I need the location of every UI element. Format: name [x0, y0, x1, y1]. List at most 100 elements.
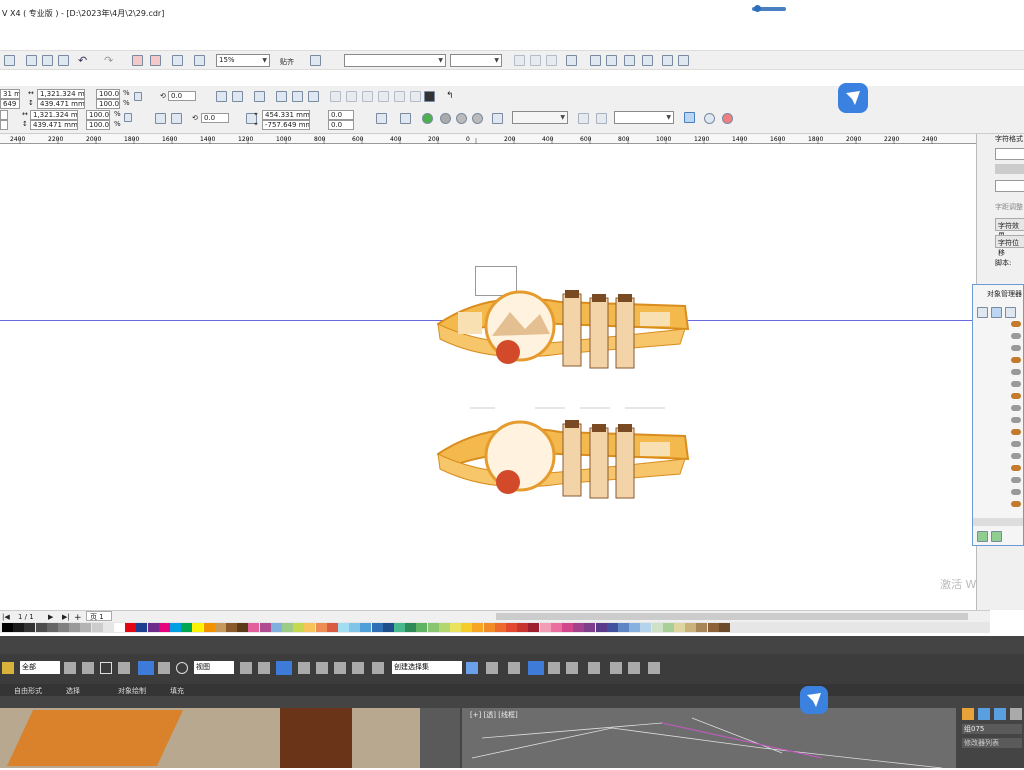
- material-editor-icon[interactable]: [588, 662, 600, 674]
- wireframe-viewport[interactable]: [+] [透] [线框]: [462, 708, 956, 769]
- camera-viewport[interactable]: [0, 708, 420, 768]
- window-cross-icon[interactable]: [118, 662, 130, 674]
- node-icon[interactable]: [376, 113, 387, 124]
- render-frame-icon[interactable]: [628, 662, 640, 674]
- wrap-text-icon[interactable]: [400, 113, 411, 124]
- object-row[interactable]: [1011, 429, 1021, 435]
- edit-named-sel-icon[interactable]: [372, 662, 384, 674]
- color-swatch[interactable]: [584, 623, 596, 632]
- color-swatch[interactable]: [315, 623, 327, 632]
- char-effects-button[interactable]: 字符效果: [995, 218, 1024, 240]
- lock-icon[interactable]: [134, 92, 142, 101]
- color-swatch[interactable]: [461, 623, 473, 632]
- color-swatch[interactable]: [293, 623, 305, 632]
- paste-icon[interactable]: [58, 55, 69, 66]
- render-teapot-icon[interactable]: [648, 662, 660, 674]
- color-swatch[interactable]: [606, 623, 618, 632]
- fill-gray-icon[interactable]: [440, 113, 451, 124]
- x-mini-field[interactable]: [0, 110, 8, 120]
- fill-green-icon[interactable]: [422, 113, 433, 124]
- color-swatch[interactable]: [181, 623, 193, 632]
- reference-coord-select[interactable]: 视图: [194, 661, 234, 674]
- color-swatch[interactable]: [125, 623, 137, 632]
- color-swatch[interactable]: [304, 623, 316, 632]
- color-swatch[interactable]: [237, 623, 249, 632]
- object-row[interactable]: [1011, 321, 1021, 327]
- object-row[interactable]: [1011, 453, 1021, 459]
- alignment-icon[interactable]: ↰: [446, 91, 454, 101]
- color-icon[interactable]: [722, 113, 733, 124]
- mirror-icon[interactable]: [466, 662, 478, 674]
- mirror-v-icon[interactable]: [232, 91, 243, 102]
- color-swatch[interactable]: [517, 623, 529, 632]
- position-y-field[interactable]: -757.649 mm: [262, 120, 310, 130]
- font-size-select[interactable]: ▼: [450, 54, 502, 67]
- scale2-x-field[interactable]: 100.0: [86, 110, 110, 120]
- dropcap-icon[interactable]: [606, 55, 617, 66]
- color-swatch[interactable]: [114, 623, 125, 632]
- motion-tab-icon[interactable]: [1010, 708, 1022, 720]
- object-row[interactable]: [1011, 477, 1021, 483]
- layers-icon[interactable]: [2, 662, 14, 674]
- bold-icon[interactable]: [514, 55, 525, 66]
- percent-snap-icon[interactable]: [334, 662, 346, 674]
- last-page-icon[interactable]: ▶|: [62, 613, 70, 621]
- font-field[interactable]: [995, 148, 1024, 160]
- page-tab[interactable]: 页 1: [86, 611, 112, 621]
- color-swatch[interactable]: [528, 623, 540, 632]
- color-swatch[interactable]: [450, 623, 461, 632]
- color-swatch[interactable]: [270, 623, 282, 632]
- pivot-icon[interactable]: [240, 662, 252, 674]
- horizontal-scrollbar[interactable]: [496, 613, 968, 620]
- select-name-icon[interactable]: [82, 662, 94, 674]
- object-list[interactable]: [1011, 321, 1023, 517]
- group-icon[interactable]: [254, 91, 265, 102]
- outline-width-select[interactable]: ▼: [512, 111, 568, 124]
- object-row[interactable]: [1011, 501, 1021, 507]
- color-swatch[interactable]: [382, 623, 394, 632]
- edit-text-icon[interactable]: [642, 55, 653, 66]
- ribbon-tab[interactable]: 填充: [170, 686, 184, 696]
- color-swatch[interactable]: [192, 623, 204, 632]
- color-swatch[interactable]: [696, 623, 708, 632]
- color-swatch[interactable]: [416, 623, 428, 632]
- object-scrollbar[interactable]: [973, 518, 1023, 526]
- skew-v-field[interactable]: 0.0: [328, 120, 354, 130]
- new-layer-icon[interactable]: [977, 531, 988, 542]
- ungroup-all-icon[interactable]: [292, 91, 303, 102]
- color-swatch[interactable]: [550, 623, 562, 632]
- width2-field[interactable]: 1,321.324 mm: [30, 110, 78, 120]
- color-swatch[interactable]: [539, 623, 551, 632]
- height-field[interactable]: 439.471 mm: [37, 99, 85, 109]
- scale2-y-field[interactable]: 100.0: [86, 120, 110, 130]
- scale-x-field[interactable]: 100.0: [96, 89, 120, 99]
- color-swatch[interactable]: [203, 623, 215, 632]
- object-row[interactable]: [1011, 465, 1021, 471]
- options-icon[interactable]: [310, 55, 321, 66]
- height2-field[interactable]: 439.471 mm: [30, 120, 78, 130]
- modify-tab-icon[interactable]: [978, 708, 990, 720]
- simplify-icon[interactable]: [378, 91, 389, 102]
- columns2-icon[interactable]: [678, 55, 689, 66]
- select-icon[interactable]: [64, 662, 76, 674]
- color-swatch[interactable]: [427, 623, 439, 632]
- slider-handle[interactable]: [754, 5, 761, 12]
- object-props-icon[interactable]: [991, 307, 1002, 318]
- effect-icon[interactable]: [456, 113, 467, 124]
- layer-icon[interactable]: [977, 307, 988, 318]
- undo-icon[interactable]: ↶: [78, 54, 87, 67]
- curve-editor-icon[interactable]: [548, 662, 560, 674]
- color-swatch[interactable]: [405, 623, 417, 632]
- y-mini-field[interactable]: [0, 120, 8, 130]
- mirror-h-icon[interactable]: [216, 91, 227, 102]
- view-icon[interactable]: [704, 113, 715, 124]
- color-swatch[interactable]: [214, 623, 226, 632]
- convert-icon[interactable]: [596, 113, 607, 124]
- object-row[interactable]: [1011, 393, 1021, 399]
- copy-icon[interactable]: [42, 55, 53, 66]
- color-swatch[interactable]: [91, 623, 103, 632]
- color-swatch[interactable]: [685, 623, 697, 632]
- create-boundary-icon[interactable]: [424, 91, 435, 102]
- object-row[interactable]: [1011, 369, 1021, 375]
- bullet-icon[interactable]: [590, 55, 601, 66]
